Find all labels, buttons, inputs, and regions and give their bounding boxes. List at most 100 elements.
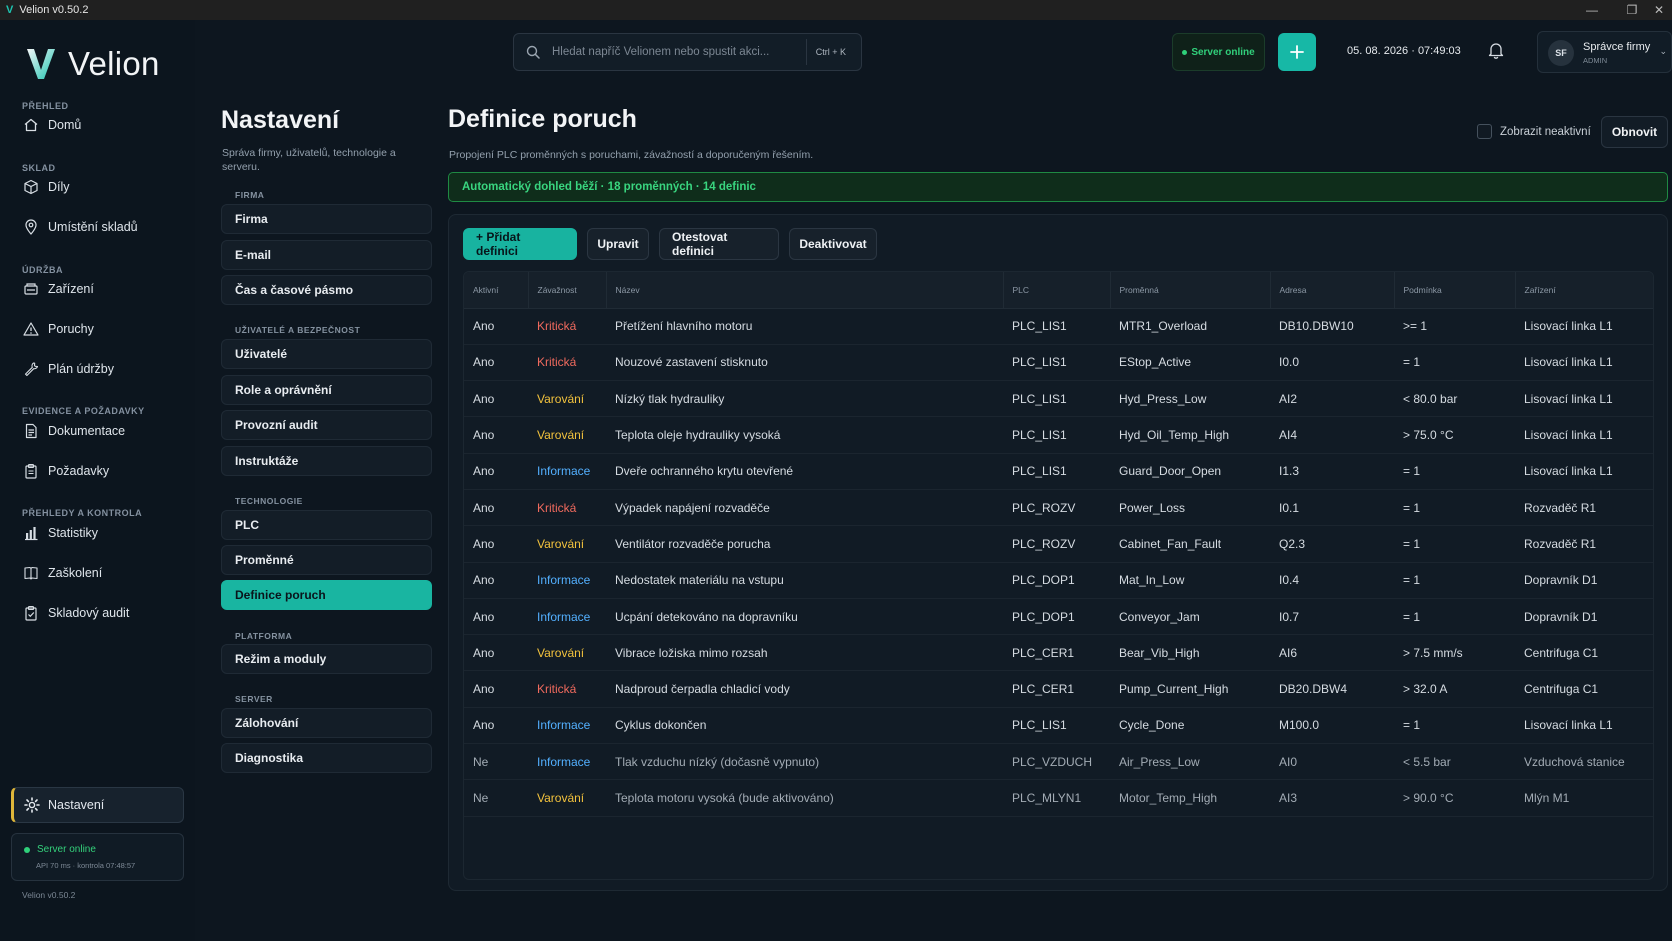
table-row[interactable]: Ano Varování Vibrace ložiska mimo rozsah PL… xyxy=(464,634,1653,672)
column-header[interactable]: Adresa xyxy=(1270,272,1395,309)
window-titlebar: V Velion v0.50.2 — ❐ ✕ xyxy=(0,0,1672,20)
table-cell: DB20.DBW4 xyxy=(1270,670,1394,708)
minimize-icon[interactable]: — xyxy=(1572,0,1612,20)
sidebar-item-label: Požadavky xyxy=(48,464,110,478)
global-search[interactable]: Ctrl + K xyxy=(513,33,862,71)
table-cell: Lisovací linka L1 xyxy=(1515,707,1653,745)
table-row[interactable]: Ne Informace Tlak vzduchu nízký (dočasně v… xyxy=(464,743,1653,781)
severity-cell: Informace xyxy=(528,598,606,636)
table-cell: I0.7 xyxy=(1270,598,1394,636)
sidebar-item-plan-udrzby[interactable]: Plán údržby xyxy=(22,356,114,382)
table-row[interactable]: Ne Varování Teplota motoru vysoká (bude ak… xyxy=(464,779,1653,817)
notifications-bell-icon[interactable] xyxy=(1488,41,1504,59)
severity-cell: Varování xyxy=(528,380,606,418)
sidebar-item-nastaveni[interactable]: Nastavení xyxy=(11,787,184,823)
settings-item-rezim-a-moduly[interactable]: Režim a moduly xyxy=(221,644,432,674)
table-cell: PLC_LIS1 xyxy=(1003,416,1110,454)
settings-item-e-mail[interactable]: E-mail xyxy=(221,240,432,270)
table-cell: Ano xyxy=(464,308,528,345)
settings-item-provozni-audit[interactable]: Provozní audit xyxy=(221,410,432,440)
table-row[interactable]: Ano Informace Nedostatek materiálu na vstu… xyxy=(464,562,1653,599)
sidebar-item-domu[interactable]: Domů xyxy=(22,112,81,138)
table-cell: Mat_In_Low xyxy=(1110,562,1270,599)
column-header[interactable]: Závažnost xyxy=(528,272,607,309)
table-cell: PLC_VZDUCH xyxy=(1003,743,1110,781)
brand[interactable]: Velion xyxy=(26,45,160,83)
gear-icon xyxy=(24,797,40,813)
sidebar-item-statistiky[interactable]: Statistiky xyxy=(22,520,98,546)
table-cell: Ano xyxy=(464,562,528,599)
sidebar-item-zaskoleni[interactable]: Zaškolení xyxy=(22,560,102,586)
column-header[interactable]: Proměnná xyxy=(1110,272,1271,309)
test-definition-button[interactable]: Otestovat definici xyxy=(659,228,779,260)
column-header[interactable]: Zařízení xyxy=(1515,272,1653,309)
edit-button[interactable]: Upravit xyxy=(587,228,649,260)
table-cell: Rozvaděč R1 xyxy=(1515,525,1653,563)
settings-item-cas-a-casove-pasmo[interactable]: Čas a časové pásmo xyxy=(221,275,432,305)
deactivate-button[interactable]: Deaktivovat xyxy=(789,228,877,260)
show-inactive-checkbox[interactable] xyxy=(1477,124,1492,139)
column-header[interactable]: PLC xyxy=(1003,272,1111,309)
user-menu[interactable]: SF Správce firmy ADMIN ⌄ xyxy=(1537,31,1672,73)
window-title: Velion v0.50.2 xyxy=(19,4,89,16)
settings-item-role-a-opravneni[interactable]: Role a oprávnění xyxy=(221,375,432,405)
table-row[interactable]: Ano Informace Ucpání detekováno na dopravn… xyxy=(464,598,1653,636)
app-icon: V xyxy=(6,4,14,16)
quick-add-button[interactable] xyxy=(1278,33,1316,71)
column-header[interactable]: Podmínka xyxy=(1394,272,1516,309)
settings-section-label: PLATFORMA xyxy=(235,631,293,641)
table-cell: PLC_CER1 xyxy=(1003,670,1110,708)
table-cell: Ano xyxy=(464,634,528,672)
table-cell: I0.4 xyxy=(1270,562,1394,599)
refresh-button[interactable]: Obnovit xyxy=(1601,116,1668,148)
toolbar: + Přidat definici Upravit Otestovat defi… xyxy=(463,228,877,260)
show-inactive-toggle[interactable]: Zobrazit neaktivní xyxy=(1477,124,1591,139)
table-row[interactable]: Ano Kritická Nadproud čerpadla chladicí vo… xyxy=(464,670,1653,708)
sidebar-item-zarizeni[interactable]: Zařízení xyxy=(22,276,94,302)
settings-item-diagnostika[interactable]: Diagnostika xyxy=(221,743,432,773)
add-definition-button[interactable]: + Přidat definici xyxy=(463,228,577,260)
settings-item-firma[interactable]: Firma xyxy=(221,204,432,234)
table-cell: MTR1_Overload xyxy=(1110,308,1270,345)
sidebar-item-pozadavky[interactable]: Požadavky xyxy=(22,458,109,484)
settings-item-plc[interactable]: PLC xyxy=(221,510,432,540)
settings-item-instruktaze[interactable]: Instruktáže xyxy=(221,446,432,476)
settings-item-zalohovani[interactable]: Zálohování xyxy=(221,708,432,738)
sidebar-item-label: Díly xyxy=(48,180,70,194)
table-cell: Ventilátor rozvaděče porucha xyxy=(606,525,1003,563)
sidebar-item-dokumentace[interactable]: Dokumentace xyxy=(22,418,125,444)
sidebar-item-skladovy-audit[interactable]: Skladový audit xyxy=(22,600,129,626)
settings-section-label: SERVER xyxy=(235,694,273,704)
column-header[interactable]: Aktivní xyxy=(464,272,529,309)
sidebar-section-label: EVIDENCE A POŽADAVKY xyxy=(22,406,145,416)
monitoring-status-banner: Automatický dohled běží · 18 proměnných … xyxy=(448,172,1668,202)
close-icon[interactable]: ✕ xyxy=(1646,0,1672,20)
sidebar-item-label: Domů xyxy=(48,118,82,132)
table-row[interactable]: Ano Varování Teplota oleje hydrauliky vyso… xyxy=(464,416,1653,454)
severity-cell: Kritická xyxy=(528,489,606,527)
table-row[interactable]: Ano Kritická Výpadek napájení rozvaděče PLC… xyxy=(464,489,1653,527)
server-status-pill[interactable]: Server online xyxy=(1172,33,1265,71)
table-row[interactable]: Ano Kritická Přetížení hlavního motoru PLC_… xyxy=(464,308,1653,345)
settings-item-definice-poruch[interactable]: Definice poruch xyxy=(221,580,432,610)
table-row[interactable]: Ano Informace Dveře ochranného krytu otevř… xyxy=(464,453,1653,490)
settings-subtitle: Správa firmy, uživatelů, technologie a s… xyxy=(222,147,396,173)
settings-item-uzivatele[interactable]: Uživatelé xyxy=(221,339,432,369)
table-cell: > 7.5 mm/s xyxy=(1394,634,1515,672)
table-cell: Hyd_Oil_Temp_High xyxy=(1110,416,1270,454)
sidebar-item-umisteni-skladu[interactable]: Umístění skladů xyxy=(22,214,138,240)
column-header[interactable]: Název xyxy=(606,272,1004,309)
settings-item-promenne[interactable]: Proměnné xyxy=(221,545,432,575)
table-row[interactable]: Ano Varování Ventilátor rozvaděče porucha P… xyxy=(464,525,1653,563)
table-cell: Q2.3 xyxy=(1270,525,1394,563)
brand-name: Velion xyxy=(68,45,160,82)
table-row[interactable]: Ano Informace Cyklus dokončen PLC_LIS1 Cycle… xyxy=(464,707,1653,745)
search-input[interactable] xyxy=(552,46,802,58)
table-cell: Ano xyxy=(464,380,528,418)
severity-cell: Varování xyxy=(528,779,606,817)
sidebar-item-dily[interactable]: Díly xyxy=(22,174,70,200)
table-row[interactable]: Ano Kritická Nouzové zastavení stisknuto PL… xyxy=(464,344,1653,382)
table-row[interactable]: Ano Varování Nízký tlak hydrauliky PLC_LIS1… xyxy=(464,380,1653,418)
sidebar-item-poruchy[interactable]: Poruchy xyxy=(22,316,94,342)
settings-section-label: TECHNOLOGIE xyxy=(235,496,303,506)
